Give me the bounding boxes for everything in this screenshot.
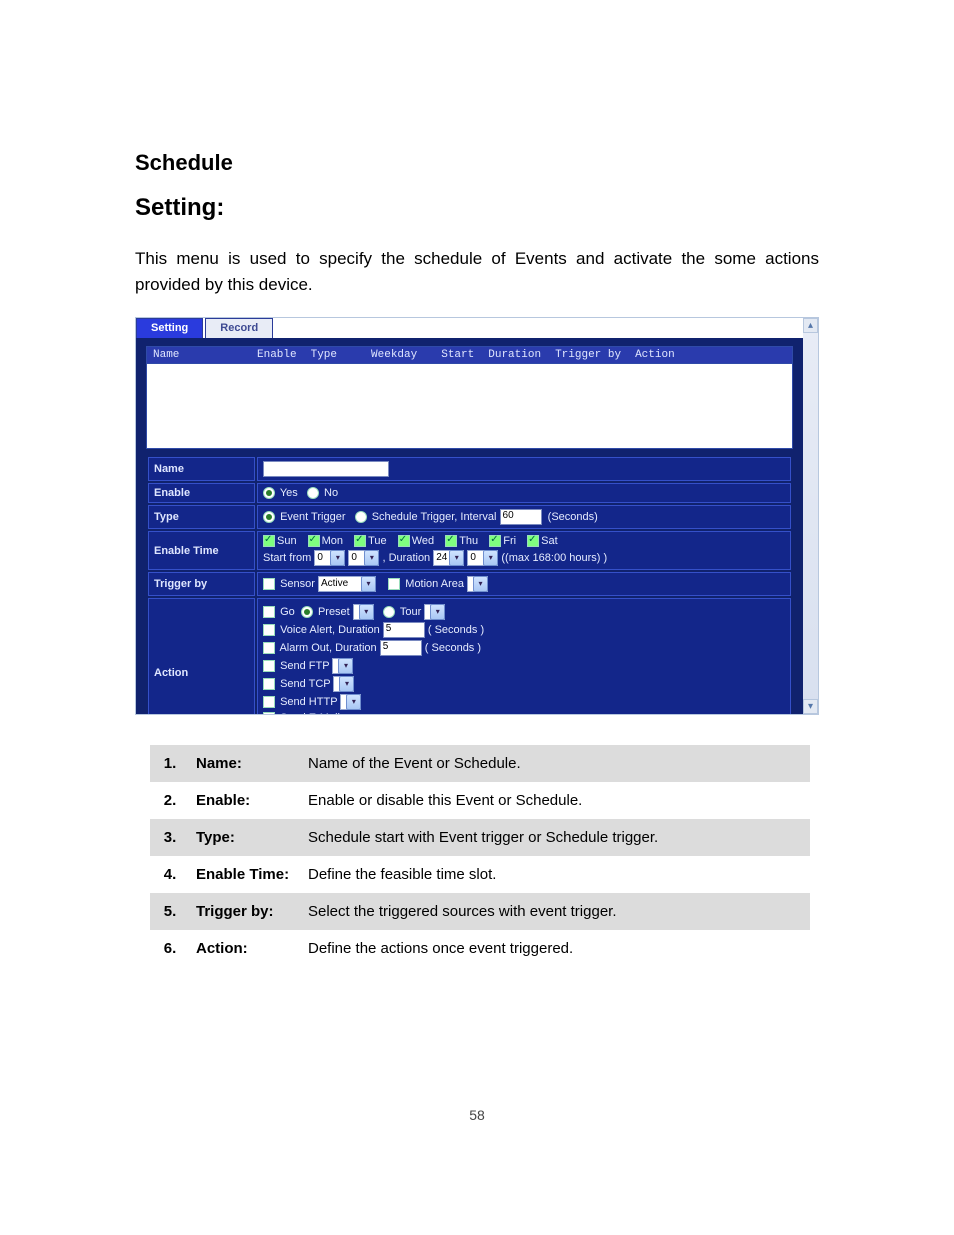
table-row: 5. Trigger by: Select the triggered sour… xyxy=(150,893,810,930)
row-enable-label: Enable xyxy=(148,483,255,503)
day-sat-checkbox[interactable] xyxy=(527,535,539,547)
tab-record[interactable]: Record xyxy=(205,318,273,338)
action-email-checkbox[interactable] xyxy=(263,712,275,714)
sensor-state-select[interactable]: Active▾ xyxy=(318,576,376,592)
schedule-heading: Setting: xyxy=(135,194,224,221)
scroll-down-icon[interactable]: ▾ xyxy=(803,699,818,714)
enable-no-radio[interactable] xyxy=(307,487,319,499)
table-row: 2. Enable: Enable or disable this Event … xyxy=(150,782,810,819)
page-section-title: Schedule xyxy=(135,150,819,176)
day-mon-checkbox[interactable] xyxy=(308,535,320,547)
event-list-header: Name Enable Type Weekday Start Duration … xyxy=(146,346,793,364)
row-type-label: Type xyxy=(148,505,255,529)
start-hour-select[interactable]: 0▾ xyxy=(314,550,345,566)
trigger-motion-checkbox[interactable] xyxy=(388,578,400,590)
motion-area-select[interactable]: ▾ xyxy=(467,576,488,592)
day-fri-checkbox[interactable] xyxy=(489,535,501,547)
action-voice-checkbox[interactable] xyxy=(263,624,275,636)
settings-screenshot: ▴ ▾ Setting Record Name Enable Type Week… xyxy=(135,317,819,715)
table-row: 6. Action: Define the actions once event… xyxy=(150,930,810,967)
go-tour-radio[interactable] xyxy=(383,606,395,618)
day-wed-checkbox[interactable] xyxy=(398,535,410,547)
ftp-select[interactable]: ▾ xyxy=(332,658,353,674)
row-action-label: Action xyxy=(148,598,255,714)
day-sun-checkbox[interactable] xyxy=(263,535,275,547)
alarm-duration-input[interactable]: 5 xyxy=(380,640,422,656)
action-tcp-checkbox[interactable] xyxy=(263,678,275,690)
day-tue-checkbox[interactable] xyxy=(354,535,366,547)
description-table: 1. Name: Name of the Event or Schedule. … xyxy=(150,745,810,967)
enable-yes-radio[interactable] xyxy=(263,487,275,499)
row-enabletime-label: Enable Time xyxy=(148,531,255,570)
tour-select[interactable]: ▾ xyxy=(424,604,445,620)
event-list-body xyxy=(146,364,793,449)
start-min-select[interactable]: 0▾ xyxy=(348,550,379,566)
intro-text: This menu is used to specify the schedul… xyxy=(135,246,819,297)
name-input[interactable] xyxy=(263,461,389,477)
row-name-label: Name xyxy=(148,457,255,481)
go-preset-radio[interactable] xyxy=(301,606,313,618)
preset-select[interactable]: ▾ xyxy=(353,604,374,620)
day-thu-checkbox[interactable] xyxy=(445,535,457,547)
scroll-up-icon[interactable]: ▴ xyxy=(803,318,818,333)
vertical-scrollbar[interactable]: ▴ ▾ xyxy=(802,318,818,714)
http-select[interactable]: ▾ xyxy=(340,694,361,710)
duration-hour-select[interactable]: 24▾ xyxy=(433,550,464,566)
action-ftp-checkbox[interactable] xyxy=(263,660,275,672)
voice-duration-input[interactable]: 5 xyxy=(383,622,425,638)
tcp-select[interactable]: ▾ xyxy=(333,676,354,692)
type-schedule-radio[interactable] xyxy=(355,511,367,523)
action-go-checkbox[interactable] xyxy=(263,606,275,618)
action-alarm-checkbox[interactable] xyxy=(263,642,275,654)
table-row: 1. Name: Name of the Event or Schedule. xyxy=(150,745,810,782)
type-event-radio[interactable] xyxy=(263,511,275,523)
duration-min-select[interactable]: 0▾ xyxy=(467,550,498,566)
interval-input[interactable]: 60 xyxy=(500,509,542,525)
table-row: 3. Type: Schedule start with Event trigg… xyxy=(150,819,810,856)
table-row: 4. Enable Time: Define the feasible time… xyxy=(150,856,810,893)
action-http-checkbox[interactable] xyxy=(263,696,275,708)
page-number: 58 xyxy=(0,1107,954,1123)
trigger-sensor-checkbox[interactable] xyxy=(263,578,275,590)
tab-setting[interactable]: Setting xyxy=(136,318,203,338)
row-triggerby-label: Trigger by xyxy=(148,572,255,596)
